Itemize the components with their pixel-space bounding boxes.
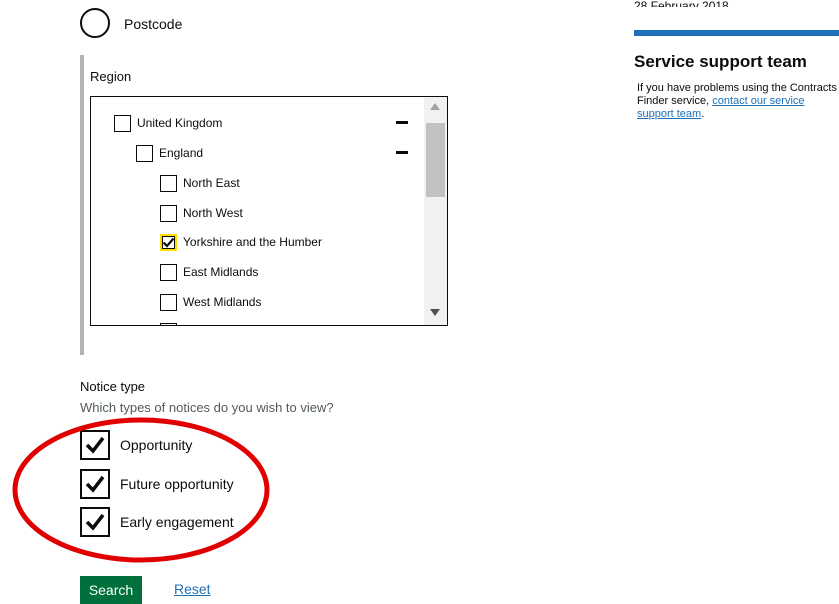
region-checkbox-west-midlands[interactable]	[160, 293, 177, 311]
notice-option-label: Opportunity	[120, 437, 193, 453]
notice-checkbox-early-engagement[interactable]	[80, 507, 110, 537]
notice-type-hint: Which types of notices do you wish to vi…	[80, 400, 334, 415]
search-button[interactable]: Search	[80, 576, 142, 604]
collapse-united-kingdom-icon[interactable]	[396, 121, 408, 124]
postcode-radio[interactable]	[80, 8, 110, 38]
region-item-north-west[interactable]: North West	[160, 203, 243, 223]
region-item-label: North West	[183, 206, 243, 220]
collapse-england-icon[interactable]	[396, 151, 408, 154]
notice-checkbox-future-opportunity[interactable]	[80, 469, 110, 499]
region-item-england[interactable]: England	[136, 143, 203, 163]
notice-option-early-engagement[interactable]: Early engagement	[80, 507, 234, 537]
region-checkbox-east-midlands[interactable]	[160, 263, 177, 281]
region-scrollbar[interactable]	[424, 97, 447, 325]
region-inset-bar	[80, 55, 84, 355]
notice-option-label: Future opportunity	[120, 476, 234, 492]
region-item-north-east[interactable]: North East	[160, 173, 240, 193]
region-checkbox-yorkshire-and-the-humber[interactable]	[160, 233, 177, 251]
region-checkbox-united-kingdom[interactable]	[114, 114, 131, 132]
notice-type-title: Notice type	[80, 379, 146, 394]
region-checkbox-north-west[interactable]	[160, 204, 177, 222]
region-item-united-kingdom[interactable]: United Kingdom	[114, 113, 222, 133]
region-item-east-midlands[interactable]: East Midlands	[160, 262, 258, 282]
scroll-up-arrow-icon[interactable]	[430, 103, 440, 110]
region-label: Region	[90, 69, 132, 84]
scroll-thumb[interactable]	[426, 123, 445, 197]
region-tree[interactable]: United Kingdom England North East North …	[90, 96, 448, 326]
region-item-label: Yorkshire and the Humber	[183, 235, 322, 249]
notice-option-future-opportunity[interactable]: Future opportunity	[80, 469, 234, 499]
region-item-partial[interactable]	[160, 321, 183, 325]
notice-option-opportunity[interactable]: Opportunity	[80, 430, 192, 460]
postcode-radio-label: Postcode	[124, 16, 183, 32]
region-checkbox-partial[interactable]	[160, 322, 177, 325]
region-checkbox-north-east[interactable]	[160, 174, 177, 192]
region-item-label: England	[159, 146, 204, 160]
checkmark-icon	[85, 513, 105, 531]
notice-checkbox-opportunity[interactable]	[80, 430, 110, 460]
checkmark-icon	[85, 436, 105, 454]
reset-link[interactable]: Reset	[174, 581, 211, 597]
support-text: If you have problems using the Contracts…	[637, 82, 837, 121]
region-item-label: East Midlands	[183, 265, 259, 279]
checkmark-icon	[85, 475, 105, 493]
scroll-down-arrow-icon[interactable]	[430, 309, 440, 316]
checkmark-icon	[162, 237, 175, 248]
region-item-yorkshire-and-the-humber[interactable]: Yorkshire and the Humber	[160, 232, 322, 252]
region-item-label: West Midlands	[183, 295, 262, 309]
region-checkbox-england[interactable]	[136, 144, 153, 162]
sidebar-divider	[634, 30, 839, 36]
support-text-suffix: .	[701, 108, 705, 120]
region-item-label: North East	[183, 176, 240, 190]
region-item-west-midlands[interactable]: West Midlands	[160, 292, 261, 312]
clipped-date-text: 28 February 2018.	[634, 0, 733, 7]
region-item-label: United Kingdom	[137, 116, 223, 130]
support-title: Service support team	[634, 52, 807, 71]
notice-option-label: Early engagement	[120, 514, 234, 530]
